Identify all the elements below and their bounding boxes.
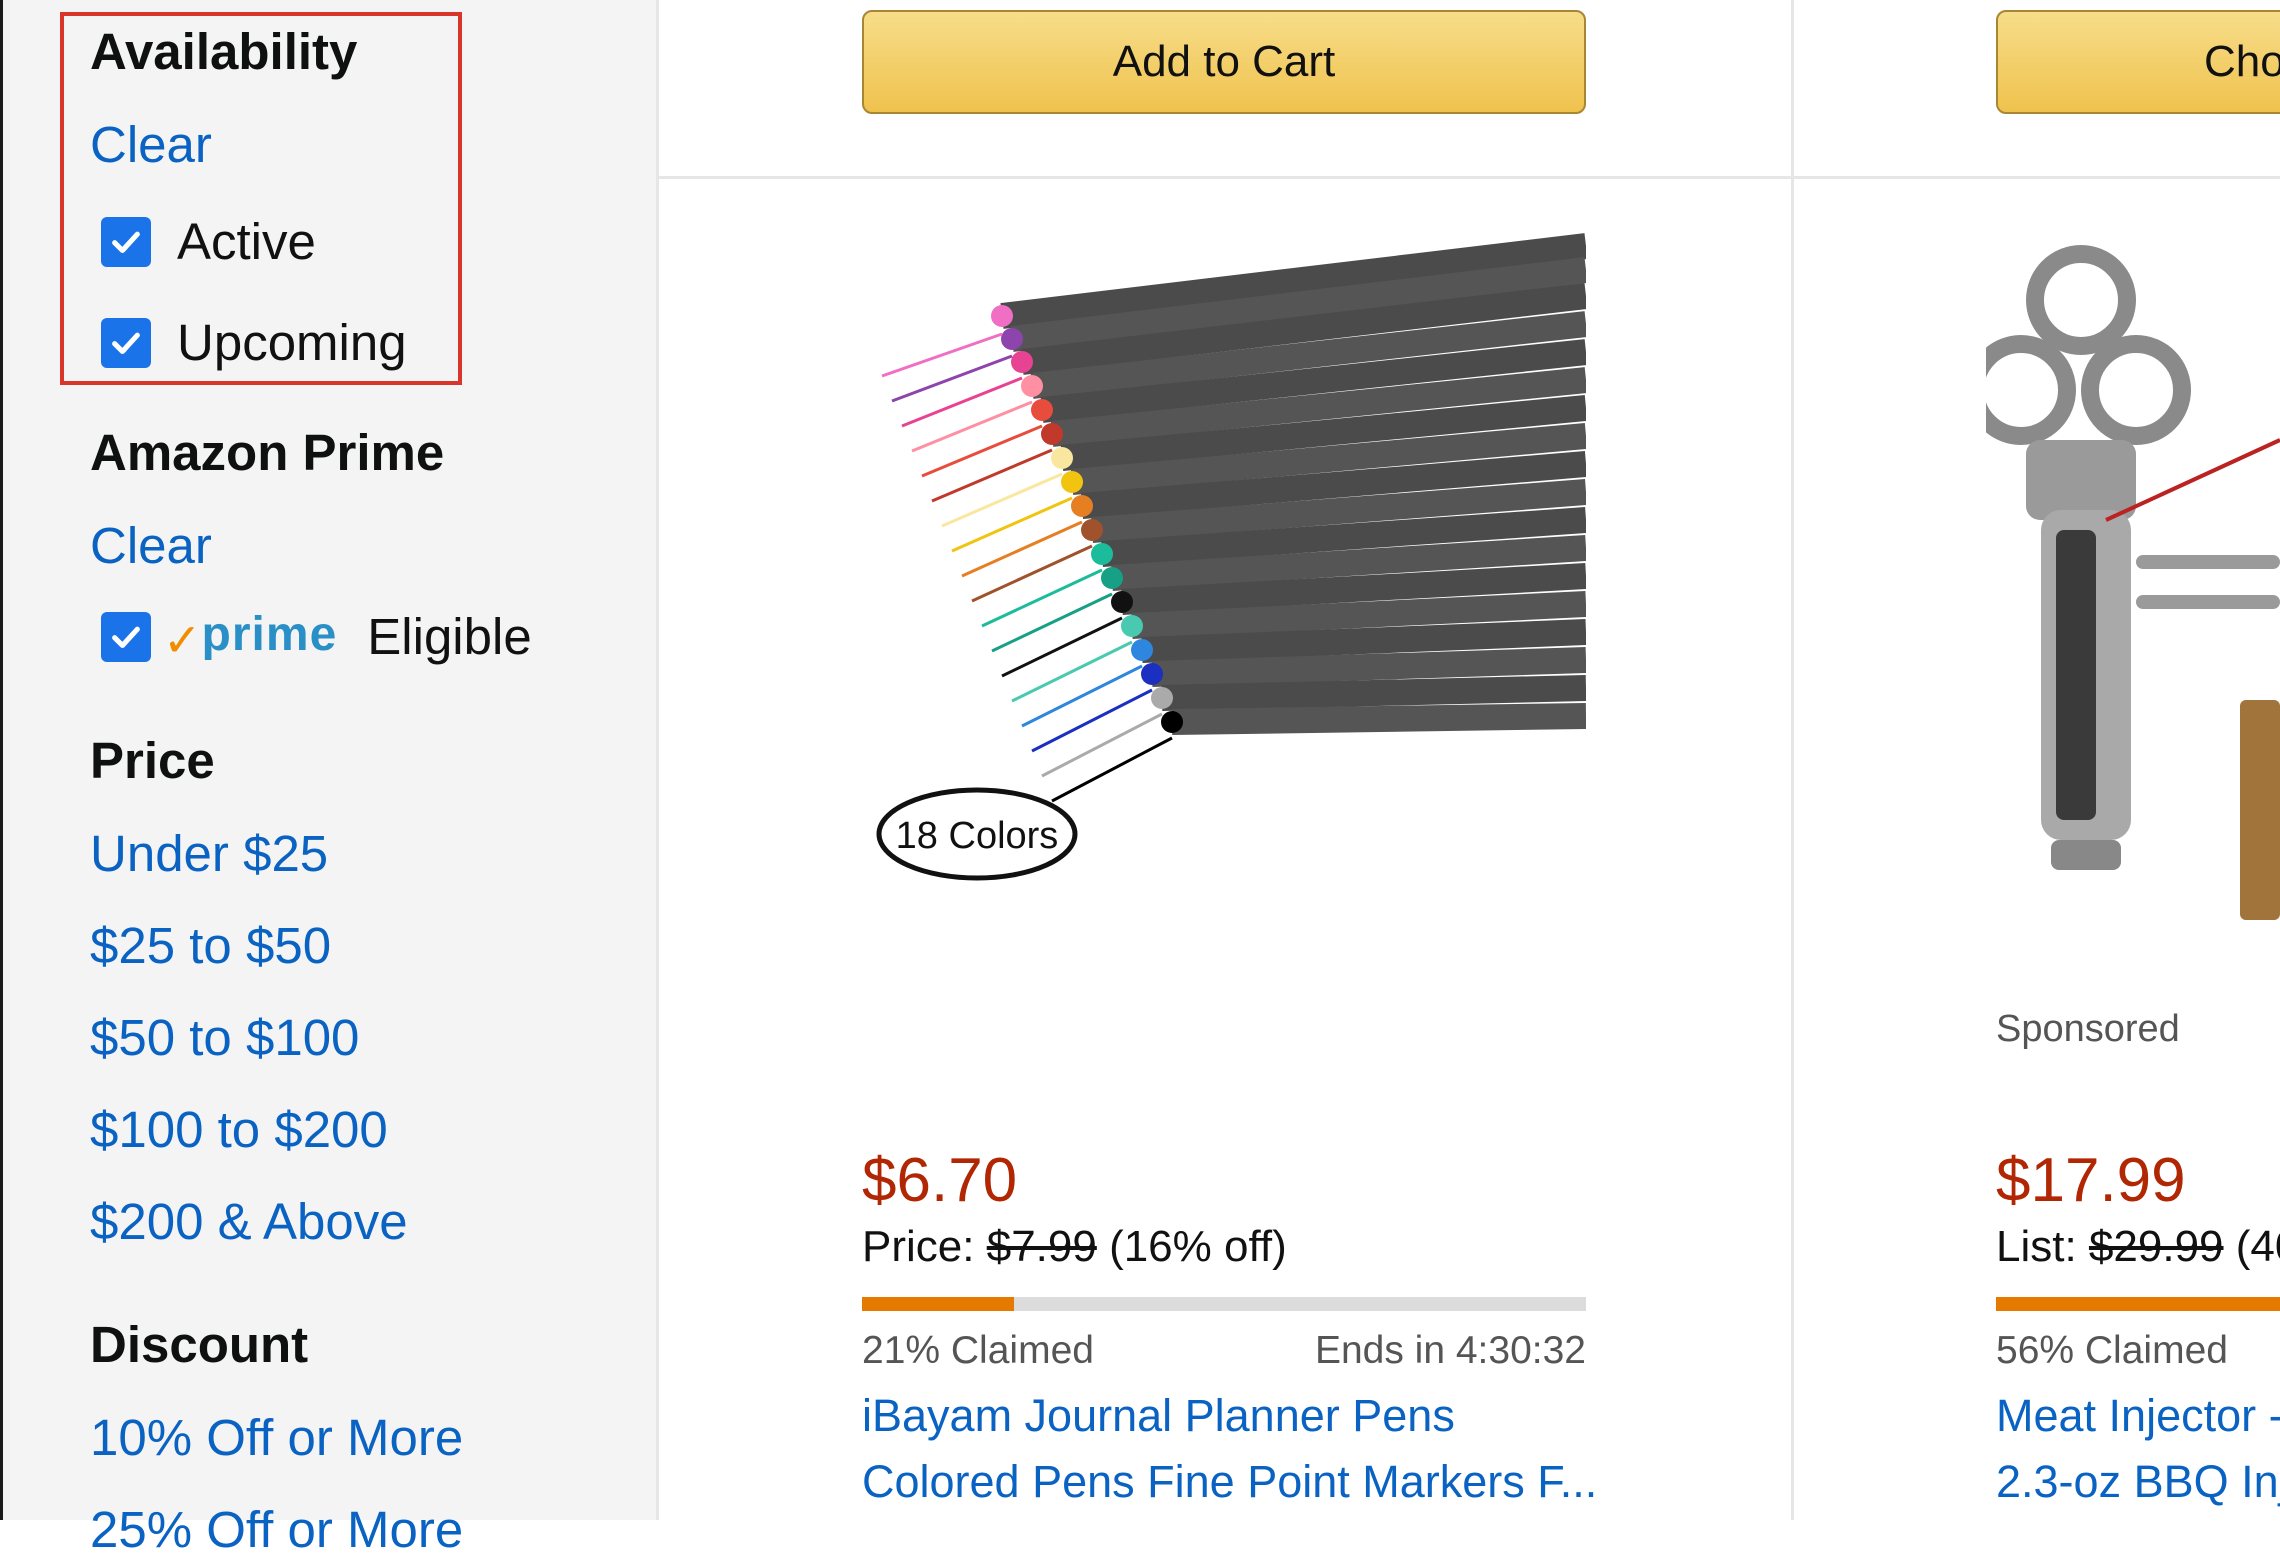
availability-title: Availability (90, 23, 358, 80)
product-card: Choose Sponsored $17.99 List: $29.99 (40… (1846, 0, 2280, 1520)
deal-timer-text: Ends in 4:30:32 (1314, 1329, 1586, 1372)
grid-divider (656, 0, 659, 1520)
price-prefix: Price: (862, 1222, 975, 1271)
injector-window (2056, 530, 2096, 820)
deal-price: $17.99 (1996, 1146, 2186, 1215)
price-link-25-to-50[interactable]: $25 to $50 (90, 920, 408, 971)
prime-clear-link[interactable]: Clear (90, 520, 532, 571)
product-image-meat-injector[interactable] (1986, 230, 2280, 930)
price-link-200-above[interactable]: $200 & Above (90, 1196, 408, 1247)
list-price-line: List: $29.99 (40% off) (1996, 1225, 2280, 1269)
price-link-50-to-100[interactable]: $50 to $100 (90, 1012, 408, 1063)
choose-options-button[interactable]: Choose (1996, 10, 2280, 114)
sponsored-label: Sponsored (1996, 1008, 2180, 1050)
filter-sidebar: Availability Clear Active Upcoming Amazo… (0, 0, 656, 1555)
product-title-link[interactable]: iBayam Journal Planner Pens Colored Pens… (862, 1383, 1597, 1515)
injector-plunger-head (2026, 440, 2136, 520)
checkbox-checked-icon[interactable] (101, 216, 151, 267)
injector-needle (2136, 595, 2280, 609)
checkbox-checked-icon[interactable] (101, 611, 151, 662)
injector-needle (2136, 555, 2280, 569)
availability-clear-link[interactable]: Clear (90, 119, 407, 170)
product-title-line: Colored Pens Fine Point Markers F... (862, 1456, 1598, 1507)
claimed-progress-fill (1996, 1297, 2280, 1311)
product-title-line: 2.3-oz BBQ Injector (1996, 1456, 2280, 1507)
grid-divider (1791, 0, 1794, 1520)
injector-handle-rings (1986, 245, 2191, 445)
availability-option-label: Upcoming (177, 314, 407, 371)
add-to-cart-button[interactable]: Add to Cart (862, 10, 1586, 114)
meat-cutting-board (2240, 700, 2280, 920)
discount-percent: (16% off) (1109, 1222, 1287, 1271)
pen-bundle (1000, 233, 1586, 735)
checkbox-checked-icon[interactable] (101, 317, 151, 368)
prime-eligible-label: Eligible (367, 608, 532, 665)
availability-section: Availability Clear Active Upcoming (90, 26, 407, 372)
discount-title: Discount (90, 1316, 309, 1373)
availability-option-label: Active (177, 213, 316, 270)
deals-grid: Add to Cart 18 Colors $6.70 Price: $7.99… (656, 0, 2280, 1520)
price-link-100-to-200[interactable]: $100 to $200 (90, 1104, 408, 1155)
deal-price: $6.70 (862, 1146, 1018, 1215)
claimed-text: 21% Claimed (862, 1329, 1094, 1372)
list-price-line: Price: $7.99 (16% off) (862, 1225, 1287, 1269)
product-title-link[interactable]: Meat Injector - 2.3-oz BBQ Injector (1996, 1383, 2280, 1515)
discount-link-25[interactable]: 25% Off or More (90, 1504, 463, 1555)
product-title-line: Meat Injector - (1996, 1390, 2280, 1441)
prime-logo-text: prime (201, 607, 338, 661)
prime-section: Amazon Prime Clear ✓ prime Eligible (90, 427, 532, 666)
discount-percent: (40% off) (2235, 1222, 2280, 1271)
claimed-text: 56% Claimed (1996, 1329, 2228, 1372)
product-image-pens[interactable]: 18 Colors (862, 226, 1586, 906)
price-prefix: List: (1996, 1222, 2077, 1271)
price-link-under-25[interactable]: Under $25 (90, 828, 408, 879)
availability-option-active[interactable]: Active (101, 212, 407, 271)
colors-badge-text: 18 Colors (896, 815, 1059, 857)
injector-tip (2051, 840, 2121, 870)
claimed-progress-fill (862, 1297, 1015, 1311)
price-title: Price (90, 732, 215, 789)
original-price: $29.99 (2088, 1222, 2224, 1271)
original-price: $7.99 (986, 1222, 1097, 1271)
claimed-progress-bar (1996, 1297, 2280, 1311)
prime-logo-icon: ✓ prime (163, 607, 338, 666)
availability-option-upcoming[interactable]: Upcoming (101, 313, 407, 372)
price-section: Price Under $25 $25 to $50 $50 to $100 $… (90, 735, 408, 1247)
claimed-progress-bar (862, 1297, 1586, 1311)
discount-link-10[interactable]: 10% Off or More (90, 1412, 463, 1463)
prime-title: Amazon Prime (90, 424, 445, 481)
prime-eligible-option[interactable]: ✓ prime Eligible (101, 607, 532, 666)
product-title-line: iBayam Journal Planner Pens (862, 1390, 1455, 1441)
